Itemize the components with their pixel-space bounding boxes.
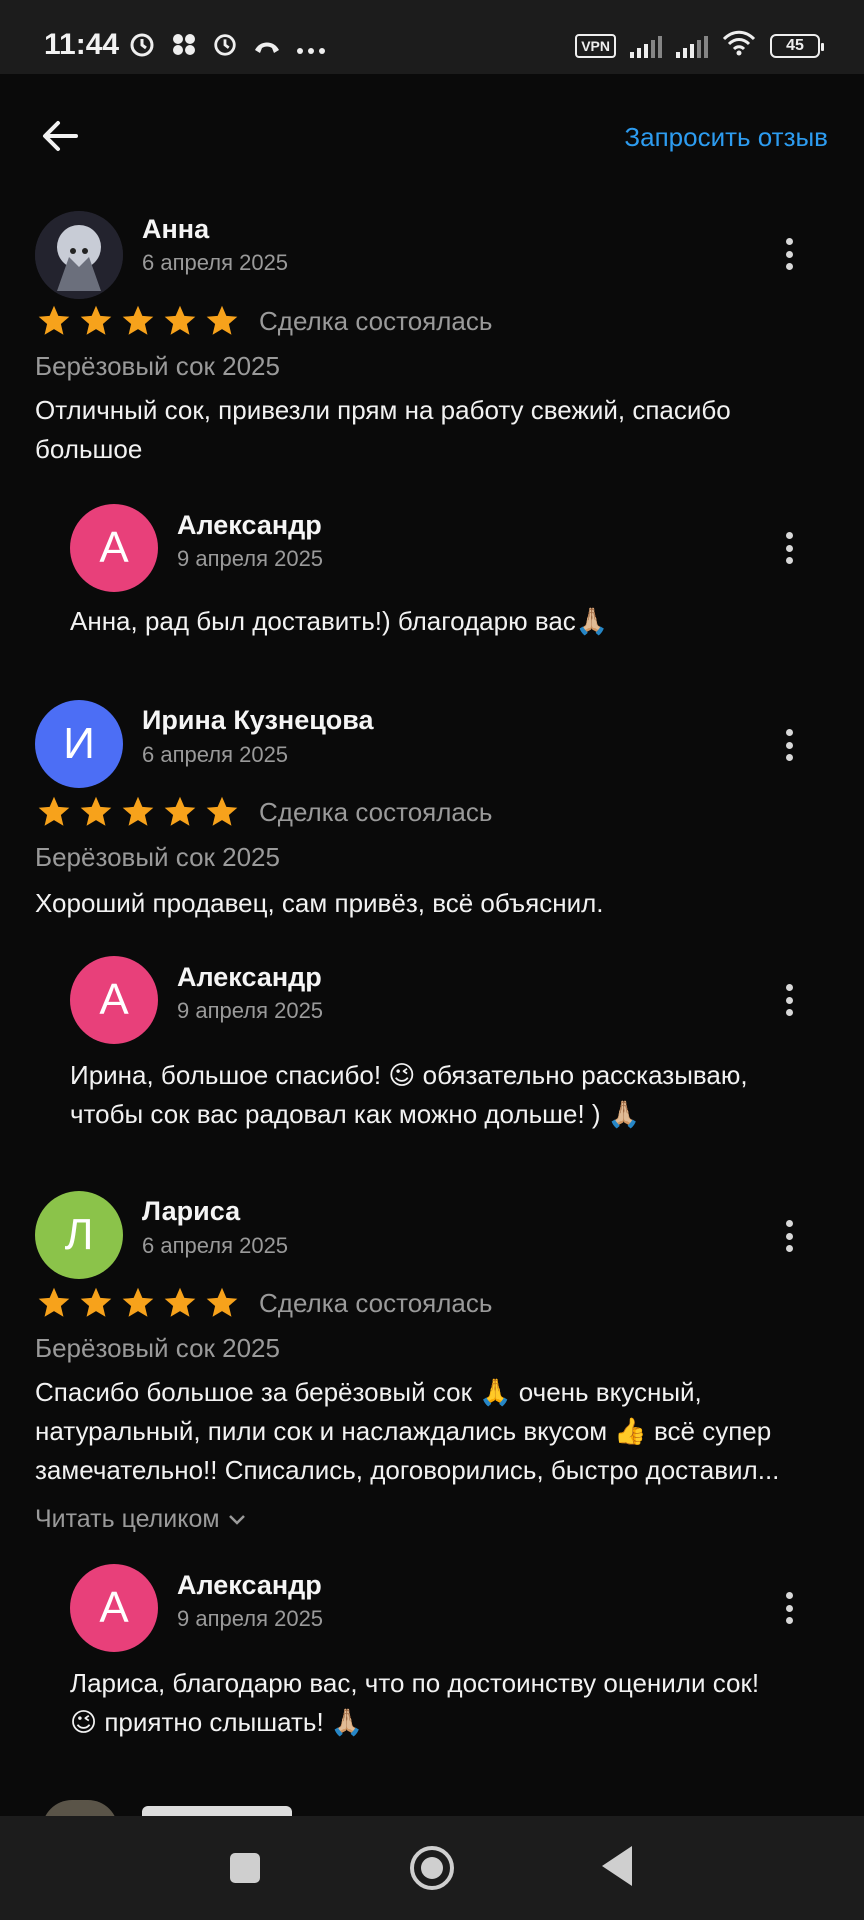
vpn-badge: VPN	[575, 33, 616, 58]
review-date: 6 апреля 2025	[142, 1233, 289, 1258]
star-icon	[120, 1285, 156, 1321]
more-vert-icon[interactable]	[779, 1588, 799, 1628]
reviewer-name: Анна	[142, 214, 210, 244]
call-icon	[252, 32, 282, 63]
status-bar: 11:44 VPN 45	[0, 0, 864, 74]
avatar[interactable]: А	[70, 504, 158, 592]
review-text: Отличный сок, привезли прям на работу св…	[35, 395, 731, 464]
read-more-link[interactable]: Читать целиком	[35, 1505, 247, 1534]
back-button[interactable]	[602, 1846, 632, 1886]
wifi-icon	[722, 30, 756, 61]
signal-icon	[676, 34, 708, 58]
avatar[interactable]: А	[70, 956, 158, 1044]
star-icon	[162, 303, 198, 339]
rating-stars	[36, 303, 240, 339]
back-arrow-icon[interactable]	[36, 112, 84, 160]
deal-status: Сделка состоялась	[259, 797, 493, 827]
star-icon	[204, 794, 240, 830]
rating-stars	[36, 794, 240, 830]
home-button[interactable]	[410, 1846, 454, 1890]
avatar[interactable]: А	[70, 1564, 158, 1652]
status-system-icons: VPN 45	[575, 30, 824, 61]
review-text: Спасибо большое за берёзовый сок 🙏 очень…	[35, 1377, 780, 1485]
alarm-icon	[128, 30, 156, 65]
more-icon	[296, 32, 326, 63]
star-icon	[78, 303, 114, 339]
apps-icon	[170, 30, 198, 65]
status-time: 11:44	[44, 28, 120, 61]
star-icon	[162, 1285, 198, 1321]
alarm-icon	[212, 31, 238, 64]
star-icon	[120, 794, 156, 830]
star-icon	[36, 303, 72, 339]
product-name: Берёзовый сок 2025	[35, 842, 280, 872]
product-name: Берёзовый сок 2025	[35, 1333, 280, 1363]
rating-stars	[36, 1285, 240, 1321]
status-notification-icons	[128, 30, 326, 65]
system-nav-bar	[0, 1816, 864, 1920]
signal-icon	[630, 34, 662, 58]
reply-date: 9 апреля 2025	[177, 1606, 324, 1631]
reply-author-name: Александр	[177, 510, 322, 540]
reply-text: Анна, рад был доставить!) благодарю вас🙏…	[70, 606, 609, 636]
request-review-link[interactable]: Запросить отзыв	[624, 122, 828, 153]
more-vert-icon[interactable]	[779, 234, 799, 274]
star-icon	[204, 303, 240, 339]
reply-author-name: Александр	[177, 962, 322, 992]
deal-status: Сделка состоялась	[259, 1288, 493, 1318]
chevron-down-icon	[227, 1505, 247, 1533]
deal-status: Сделка состоялась	[259, 306, 493, 336]
more-vert-icon[interactable]	[779, 528, 799, 568]
reply-date: 9 апреля 2025	[177, 546, 324, 571]
more-vert-icon[interactable]	[779, 1216, 799, 1256]
battery-icon: 45	[770, 33, 824, 58]
review-date: 6 апреля 2025	[142, 742, 289, 767]
star-icon	[36, 1285, 72, 1321]
star-icon	[204, 1285, 240, 1321]
avatar[interactable]: Л	[35, 1191, 123, 1279]
top-bar: Запросить отзыв	[0, 74, 864, 198]
reply-text: Ирина, большое спасибо! 😉 обязательно ра…	[70, 1060, 748, 1129]
reply-text: Лариса, благодарю вас, что по достоинств…	[70, 1668, 760, 1737]
star-icon	[162, 794, 198, 830]
star-icon	[36, 794, 72, 830]
review-date: 6 апреля 2025	[142, 250, 289, 275]
more-vert-icon[interactable]	[779, 980, 799, 1020]
product-name: Берёзовый сок 2025	[35, 351, 280, 381]
reviewer-name: Лариса	[142, 1196, 241, 1226]
review-text: Хороший продавец, сам привёз, всё объясн…	[35, 888, 604, 918]
avatar[interactable]	[35, 211, 123, 299]
reply-date: 9 апреля 2025	[177, 998, 324, 1023]
star-icon	[78, 1285, 114, 1321]
avatar[interactable]: И	[35, 700, 123, 788]
star-icon	[78, 794, 114, 830]
reply-author-name: Александр	[177, 1570, 322, 1600]
reviewer-name: Ирина Кузнецова	[142, 705, 374, 735]
star-icon	[120, 303, 156, 339]
more-vert-icon[interactable]	[779, 725, 799, 765]
recents-button[interactable]	[230, 1853, 260, 1883]
